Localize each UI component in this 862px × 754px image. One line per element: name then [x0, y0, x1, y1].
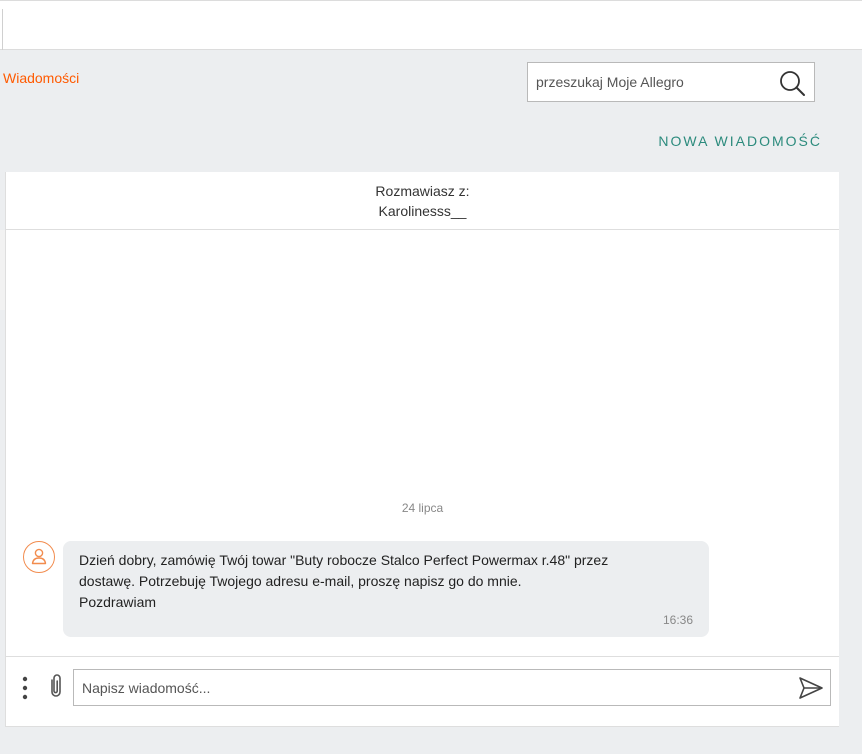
message-bubble: Dzień dobry, zamówię Twój towar "Buty ro… — [63, 541, 709, 637]
message-line: Dzień dobry, zamówię Twój towar "Buty ro… — [79, 552, 609, 568]
send-icon[interactable] — [798, 676, 824, 700]
user-icon — [31, 548, 47, 565]
new-message-button[interactable]: NOWA WIADOMOŚĆ — [658, 133, 822, 149]
paperclip-icon[interactable] — [46, 673, 66, 699]
message-composer — [6, 656, 839, 726]
message-line: Pozdrawiam — [79, 594, 157, 610]
conversation-partner: Karolinesss__ — [378, 203, 467, 219]
conversation-panel: Rozmawiasz z: Karolinesss__ 24 lipca Dzi… — [5, 172, 839, 727]
more-vertical-icon[interactable] — [20, 675, 30, 701]
conversation-with-label: Rozmawiasz z: — [375, 183, 470, 199]
avatar — [23, 541, 55, 573]
search-icon[interactable] — [778, 69, 806, 97]
search-box — [527, 62, 815, 102]
search-input[interactable] — [528, 63, 768, 101]
message-time: 16:36 — [662, 613, 693, 627]
breadcrumb-messages[interactable]: Wiadomości — [3, 70, 79, 86]
conversation-header: Rozmawiasz z: Karolinesss__ — [6, 172, 839, 230]
message-input[interactable] — [74, 670, 784, 705]
top-bar-divider — [0, 9, 3, 50]
top-bar — [0, 0, 862, 50]
message-input-box — [73, 669, 831, 706]
date-separator: 24 lipca — [401, 501, 444, 515]
message-line: dostawę. Potrzebuję Twojego adresu e-mai… — [79, 573, 522, 589]
